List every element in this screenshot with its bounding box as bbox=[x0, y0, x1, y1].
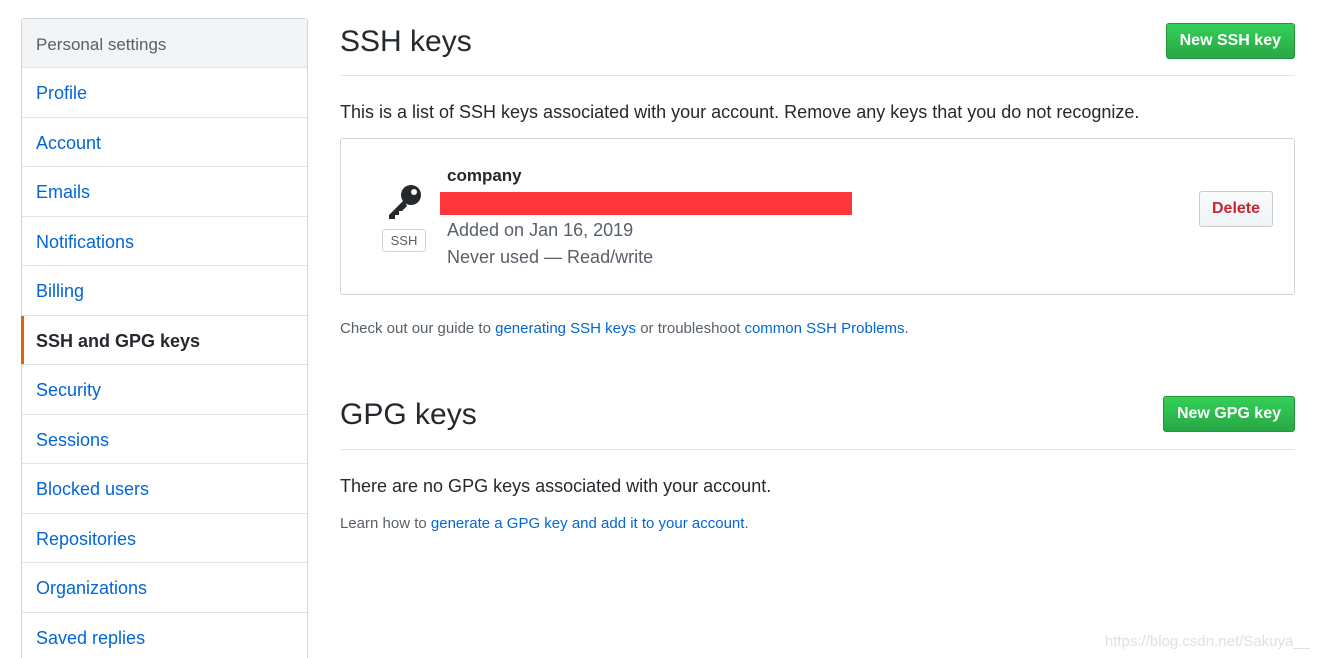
ssh-description: This is a list of SSH keys associated wi… bbox=[340, 102, 1140, 122]
ssh-keys-title: SSH keys bbox=[340, 25, 472, 58]
ssh-guide-middle: or troubleshoot bbox=[636, 320, 745, 337]
sidebar-item-security[interactable]: Security bbox=[22, 365, 307, 415]
gpg-learn-prefix: Learn how to bbox=[340, 515, 431, 532]
ssh-type-label: SSH bbox=[382, 229, 426, 252]
sidebar-item-account[interactable]: Account bbox=[22, 118, 307, 167]
sidebar-item-organizations[interactable]: Organizations bbox=[22, 563, 307, 613]
sidebar-item-sessions[interactable]: Sessions bbox=[22, 415, 307, 464]
common-ssh-problems-link[interactable]: common SSH Problems bbox=[744, 320, 904, 337]
gpg-empty-text: There are no GPG keys associated with yo… bbox=[340, 476, 772, 496]
sidebar-item-blocked-users[interactable]: Blocked users bbox=[22, 464, 307, 514]
delete-ssh-key-button[interactable]: Delete bbox=[1199, 191, 1273, 227]
sidebar-item-profile[interactable]: Profile bbox=[22, 68, 307, 118]
key-icon bbox=[389, 185, 421, 219]
watermark: https://blog.csdn.net/Sakuya__ bbox=[1104, 633, 1310, 650]
generating-ssh-keys-link[interactable]: generating SSH keys bbox=[495, 320, 636, 337]
gpg-learn-suffix: . bbox=[744, 515, 749, 532]
ssh-guide-note: Check out our guide to generating SSH ke… bbox=[340, 320, 909, 337]
ssh-key-added-date: Added on Jan 16, 2019 bbox=[447, 220, 634, 240]
ssh-guide-prefix: Check out our guide to bbox=[340, 320, 496, 337]
sidebar-item-saved-replies[interactable]: Saved replies bbox=[22, 613, 307, 658]
gpg-keys-title: GPG keys bbox=[340, 398, 477, 431]
new-ssh-key-button[interactable]: New SSH key bbox=[1165, 23, 1295, 59]
ssh-section-header: SSH keys New SSH key bbox=[340, 0, 1295, 76]
ssh-guide-suffix: . bbox=[904, 320, 909, 337]
ssh-key-usage: Never used — Read/write bbox=[447, 247, 654, 267]
sidebar-header: Personal settings bbox=[22, 19, 307, 68]
sidebar-item-emails[interactable]: Emails bbox=[22, 167, 307, 217]
gpg-section-header: GPG keys New GPG key bbox=[340, 380, 1295, 450]
ssh-key-item: SSH company Added on Jan 16, 2019 Never … bbox=[340, 138, 1295, 295]
fingerprint-redaction bbox=[440, 192, 852, 215]
sidebar-item-repositories[interactable]: Repositories bbox=[22, 514, 307, 563]
new-gpg-key-button[interactable]: New GPG key bbox=[1162, 396, 1295, 432]
sidebar-item-ssh-gpg-keys[interactable]: SSH and GPG keys bbox=[21, 315, 307, 365]
sidebar-item-notifications[interactable]: Notifications bbox=[22, 217, 307, 266]
ssh-key-title: company bbox=[447, 166, 522, 185]
settings-sidebar: Personal settings Profile Account Emails… bbox=[21, 18, 308, 658]
gpg-learn-note: Learn how to generate a GPG key and add … bbox=[340, 515, 749, 532]
generate-gpg-key-link[interactable]: generate a GPG key and add it to your ac… bbox=[431, 515, 745, 532]
sidebar-item-billing[interactable]: Billing bbox=[22, 266, 307, 316]
